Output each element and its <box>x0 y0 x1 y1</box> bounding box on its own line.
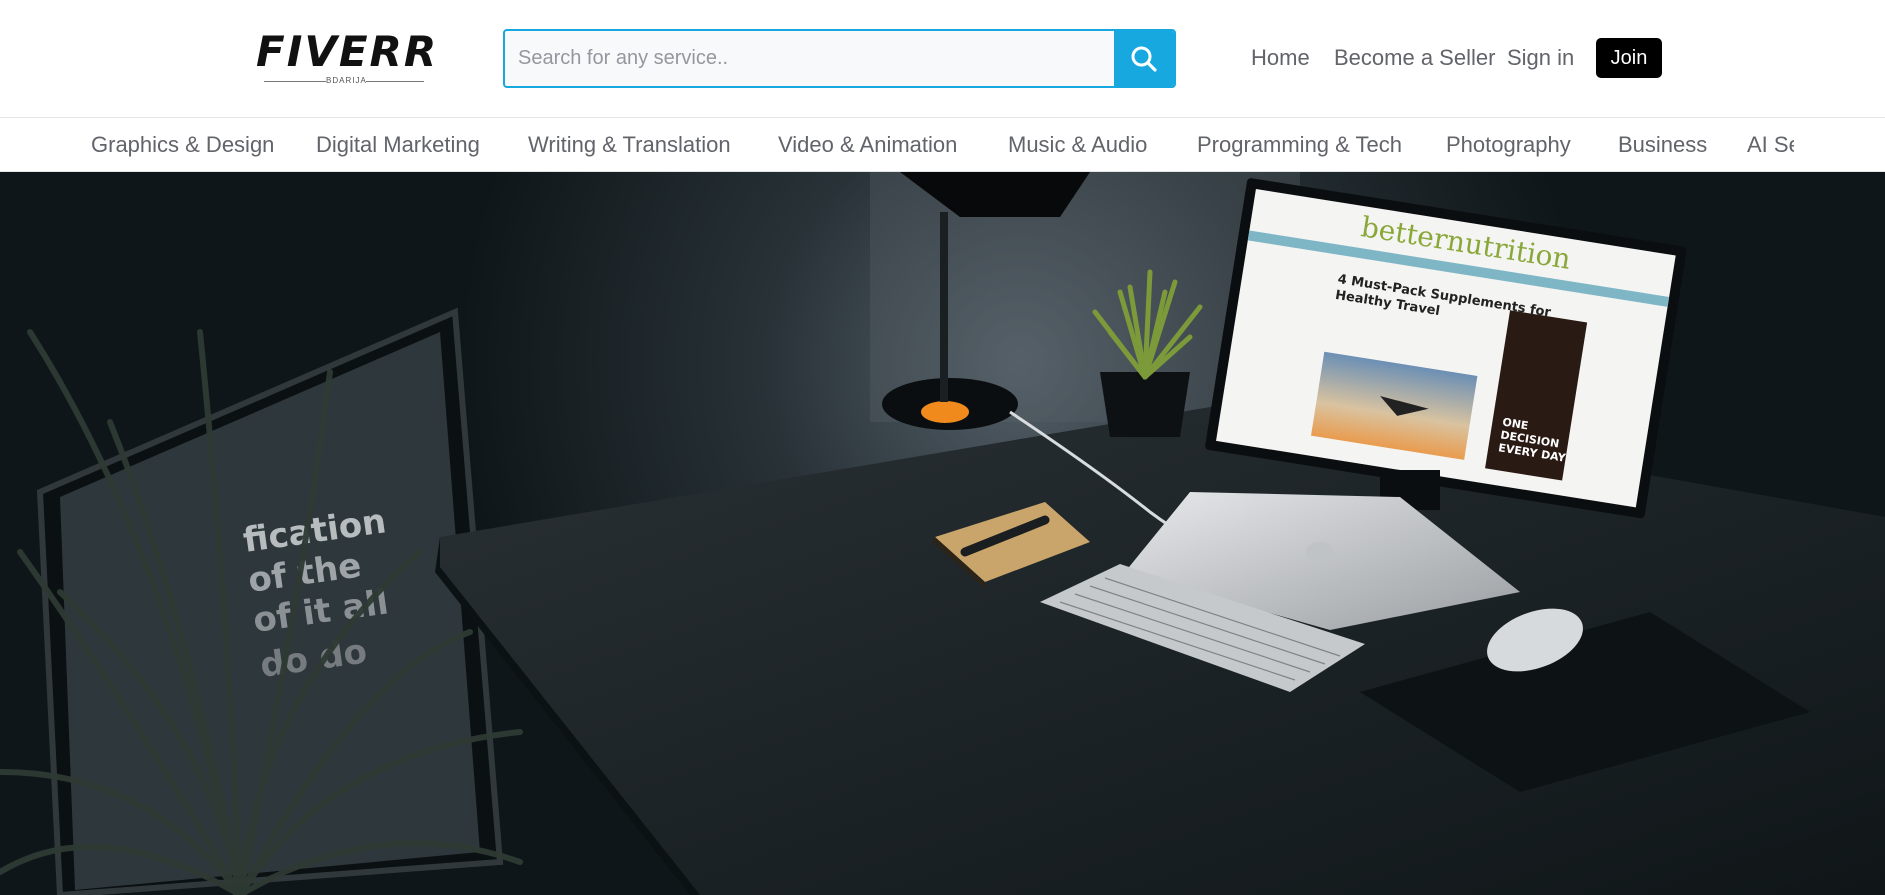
category-video-animation[interactable]: Video & Animation <box>778 132 957 158</box>
lamp-logo <box>921 401 969 423</box>
category-writing-translation[interactable]: Writing & Translation <box>528 132 731 158</box>
category-music-audio[interactable]: Music & Audio <box>1008 132 1147 158</box>
nav-home-link[interactable]: Home <box>1251 44 1310 72</box>
category-photography[interactable]: Photography <box>1446 132 1571 158</box>
search-button[interactable] <box>1114 31 1174 86</box>
logo-divider-right <box>366 81 424 82</box>
category-nav: Graphics & Design Digital Marketing Writ… <box>0 118 1885 172</box>
category-graphics-design[interactable]: Graphics & Design <box>91 132 274 158</box>
category-digital-marketing[interactable]: Digital Marketing <box>316 132 480 158</box>
category-ai-services[interactable]: AI Services <box>1747 132 1794 158</box>
search-icon <box>1131 46 1157 72</box>
lamp-pole <box>940 212 948 402</box>
laptop-logo <box>1306 542 1334 562</box>
category-business[interactable]: Business <box>1618 132 1707 158</box>
search-bar <box>503 29 1176 88</box>
category-scroll: Graphics & Design Digital Marketing Writ… <box>0 118 1794 171</box>
logo-divider-left <box>264 81 326 82</box>
search-input[interactable] <box>505 31 1115 86</box>
nav-sign-in-link[interactable]: Sign in <box>1507 44 1574 72</box>
category-programming-tech[interactable]: Programming & Tech <box>1197 132 1402 158</box>
join-button[interactable]: Join <box>1596 38 1662 78</box>
fiverr-logo[interactable]: FIVERR BDARIJA <box>256 27 439 86</box>
nav-become-seller-link[interactable]: Become a Seller <box>1334 44 1495 72</box>
desk-plant-pot <box>1100 372 1190 437</box>
site-header: FIVERR BDARIJA Home Become a Seller Sign… <box>0 0 1885 118</box>
logo-subtitle: BDARIJA <box>326 76 367 85</box>
hero-banner: fication of the of it all do do betternu… <box>0 172 1885 895</box>
hero-desk-illustration: fication of the of it all do do betternu… <box>0 172 1885 895</box>
logo-wordmark: FIVERR <box>256 27 439 76</box>
